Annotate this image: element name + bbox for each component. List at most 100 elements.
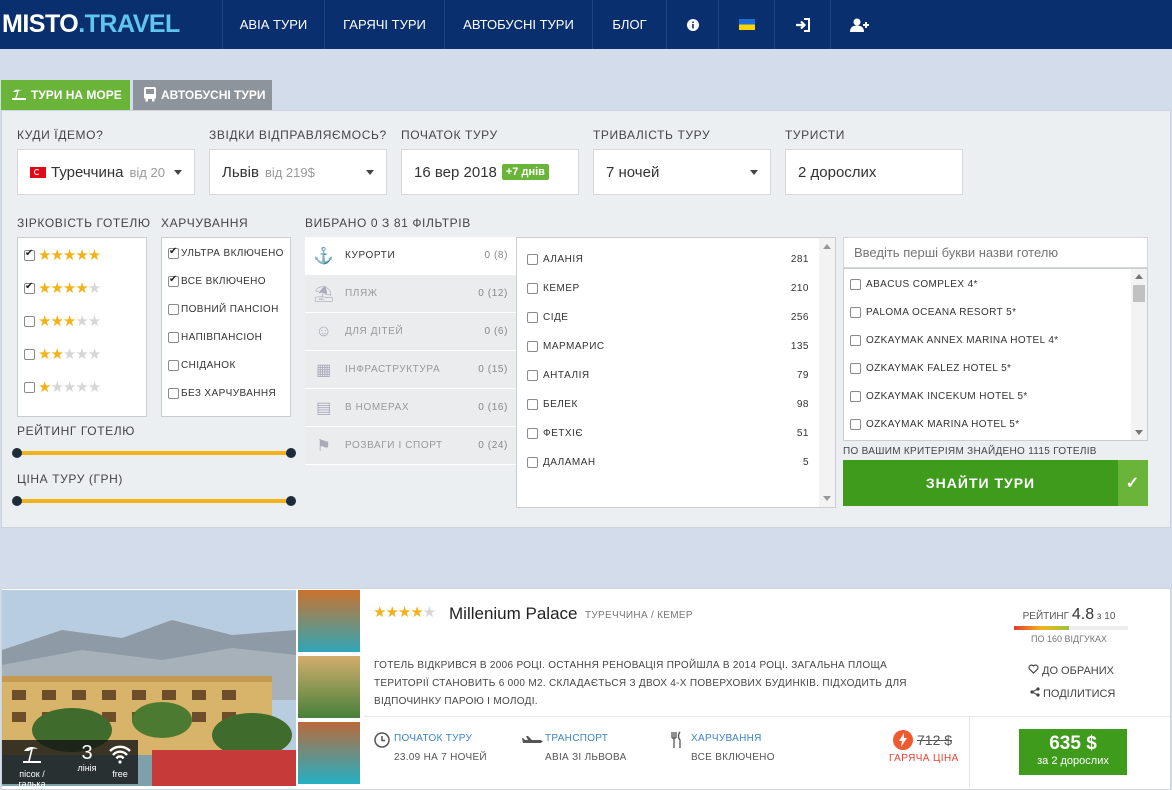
resort-item[interactable]: ФЕТХІЄ 51 — [527, 428, 809, 439]
checkbox[interactable] — [168, 388, 179, 399]
rating-slider-max-handle[interactable] — [286, 448, 296, 458]
resort-count: 135 — [790, 341, 809, 352]
checkbox[interactable] — [24, 248, 35, 261]
resort-item[interactable]: СІДЕ 256 — [527, 312, 809, 323]
resort-item[interactable]: МАРМАРИС 135 — [527, 341, 809, 352]
checkbox[interactable] — [24, 281, 35, 294]
food-filter-item[interactable]: БЕЗ ХАРЧУВАННЯ — [168, 388, 276, 399]
site-logo[interactable]: MISTO.TRAVEL — [2, 10, 180, 39]
checkbox[interactable] — [527, 399, 538, 410]
checkbox[interactable] — [527, 457, 538, 468]
duration-select[interactable]: 7 ночей — [593, 149, 771, 195]
checkbox[interactable] — [24, 348, 35, 360]
filter-tab-1[interactable]: ⛱ ПЛЯЖ 0 (12) — [305, 275, 516, 313]
checkbox[interactable] — [527, 428, 538, 439]
resort-item[interactable]: АЛАНІЯ 281 — [527, 254, 809, 265]
resort-item[interactable]: БЕЛЕК 98 — [527, 399, 809, 410]
hotel-item[interactable]: OZKAYMAK MARINA HOTEL 5* — [850, 419, 1020, 430]
hotel-thumb-3[interactable] — [298, 722, 360, 784]
checkbox[interactable] — [168, 246, 179, 259]
checkbox[interactable] — [168, 274, 179, 287]
resort-item[interactable]: АНТАЛІЯ 79 — [527, 370, 809, 381]
checkbox[interactable] — [850, 391, 861, 402]
destination-select[interactable]: Туреччина від 20 — [17, 149, 195, 195]
resort-count: 210 — [790, 283, 809, 294]
share-link[interactable]: ПОДІЛИТИСЯ — [1030, 687, 1115, 700]
filter-tab-4[interactable]: ▤ В НОМЕРАХ 0 (16) — [305, 389, 516, 427]
departure-select[interactable]: Львів від 219$ — [209, 149, 387, 195]
checkbox[interactable] — [527, 254, 538, 265]
star-filter-2[interactable]: ★★★★★ — [24, 345, 101, 363]
price-button[interactable]: 635 $ за 2 дорослих — [1019, 729, 1127, 775]
food-filter-label: ВСЕ ВКЛЮЧЕНО — [181, 276, 266, 287]
food-filter-item[interactable]: СНІДАНОК — [168, 360, 236, 371]
star-filter-3[interactable]: ★★★★★ — [24, 312, 101, 330]
rating-slider-min-handle[interactable] — [12, 448, 22, 458]
hotels-scrollbar[interactable] — [1131, 269, 1147, 440]
food-filter-item[interactable]: НАПІВПАНСІОН — [168, 332, 262, 343]
hotel-thumb-1[interactable] — [298, 590, 360, 652]
hotel-item[interactable]: OZKAYMAK INCEKUM HOTEL 5* — [850, 391, 1028, 402]
star-filter-1[interactable]: ★★★★★ — [24, 378, 101, 396]
find-tours-button[interactable]: ЗНАЙТИ ТУРИ ✓ — [843, 460, 1148, 506]
star-filter-5[interactable]: ★★★★★ — [24, 246, 101, 264]
checkbox[interactable] — [527, 312, 538, 323]
price-slider-min-handle[interactable] — [12, 496, 22, 506]
checkbox[interactable] — [24, 381, 35, 393]
checkbox[interactable] — [850, 335, 861, 346]
food-filter-item[interactable]: УЛЬТРА ВКЛЮЧЕНО — [168, 246, 284, 259]
nav-blog[interactable]: БЛОГ — [592, 0, 666, 49]
filter-tab-count: 0 (6) — [484, 326, 508, 337]
checkbox[interactable] — [168, 332, 179, 343]
add-user-icon[interactable] — [830, 0, 888, 49]
hotel-item[interactable]: OZKAYMAK FALEZ HOTEL 5* — [850, 363, 1011, 374]
hotel-item[interactable]: ABACUS COMPLEX 4* — [850, 279, 978, 290]
ukraine-flag-icon[interactable] — [718, 0, 774, 49]
filter-tab-3[interactable]: ▦ ІНФРАСТРУКТУРА 0 (15) — [305, 351, 516, 389]
checkbox[interactable] — [850, 419, 861, 430]
checkbox[interactable] — [850, 363, 861, 374]
hotel-search-input[interactable] — [843, 237, 1148, 268]
checkbox[interactable] — [24, 315, 35, 327]
food-filter-item[interactable]: ПОВНИЙ ПАНСІОН — [168, 304, 279, 315]
hotel-name[interactable]: Millenium Palace — [449, 604, 578, 624]
resort-name: АЛАНІЯ — [543, 254, 584, 265]
tourists-field[interactable]: 2 дорослих — [785, 149, 963, 195]
resort-item[interactable]: КЕМЕР 210 — [527, 283, 809, 294]
hotel-item[interactable]: OZKAYMAK ANNEX MARINA HOTEL 4* — [850, 335, 1059, 346]
checkbox[interactable] — [527, 370, 538, 381]
checkbox[interactable] — [850, 307, 861, 318]
star-filter-4[interactable]: ★★★★★ — [24, 279, 101, 297]
checkbox[interactable] — [527, 341, 538, 352]
resorts-scrollbar[interactable] — [819, 238, 835, 507]
login-icon[interactable] — [774, 0, 830, 49]
tab-sea-tours[interactable]: ТУРИ НА МОРЕ — [1, 80, 130, 110]
food-filter-item[interactable]: ВСЕ ВКЛЮЧЕНО — [168, 274, 266, 287]
info-icon[interactable] — [666, 0, 718, 49]
duration-label: ТРИВАЛІСТЬ ТУРУ — [593, 128, 711, 142]
filter-tab-5[interactable]: ⚑ РОЗВАГИ І СПОРТ 0 (24) — [305, 427, 516, 465]
tab-bus-tours[interactable]: АВТОБУСНІ ТУРИ — [133, 80, 272, 110]
lightning-icon — [893, 730, 913, 750]
checkbox[interactable] — [527, 283, 538, 294]
add-to-favorites-link[interactable]: ДО ОБРАНИХ — [1028, 664, 1114, 677]
filter-tab-2[interactable]: ☺ ДЛЯ ДІТЕЙ 0 (6) — [305, 313, 516, 351]
filter-tab-count: 0 (12) — [478, 288, 508, 299]
resort-name: АНТАЛІЯ — [543, 370, 590, 381]
hotel-item[interactable]: PALOMA OCEANA RESORT 5* — [850, 307, 1016, 318]
nav-hot-tours[interactable]: ГАРЯЧІ ТУРИ — [324, 0, 444, 49]
nav-bus-tours[interactable]: АВТОБУСНІ ТУРИ — [444, 0, 592, 49]
checkbox[interactable] — [168, 304, 179, 315]
start-date-field[interactable]: 16 вер 2018 +7 днів — [401, 149, 579, 195]
nav-avia-tours[interactable]: АВІА ТУРИ — [222, 0, 324, 49]
resort-item[interactable]: ДАЛАМАН 5 — [527, 457, 809, 468]
buildings-icon: ▦ — [316, 361, 332, 379]
checkbox[interactable] — [850, 279, 861, 290]
anchor-icon: ⚓ — [313, 247, 335, 265]
price-slider-max-handle[interactable] — [286, 496, 296, 506]
filter-tab-label: ДЛЯ ДІТЕЙ — [345, 326, 404, 337]
filter-tab-0[interactable]: ⚓ КУРОРТИ 0 (8) — [305, 237, 516, 275]
filter-tab-count: 0 (15) — [478, 364, 508, 375]
hotel-thumb-2[interactable] — [298, 656, 360, 718]
checkbox[interactable] — [168, 360, 179, 371]
